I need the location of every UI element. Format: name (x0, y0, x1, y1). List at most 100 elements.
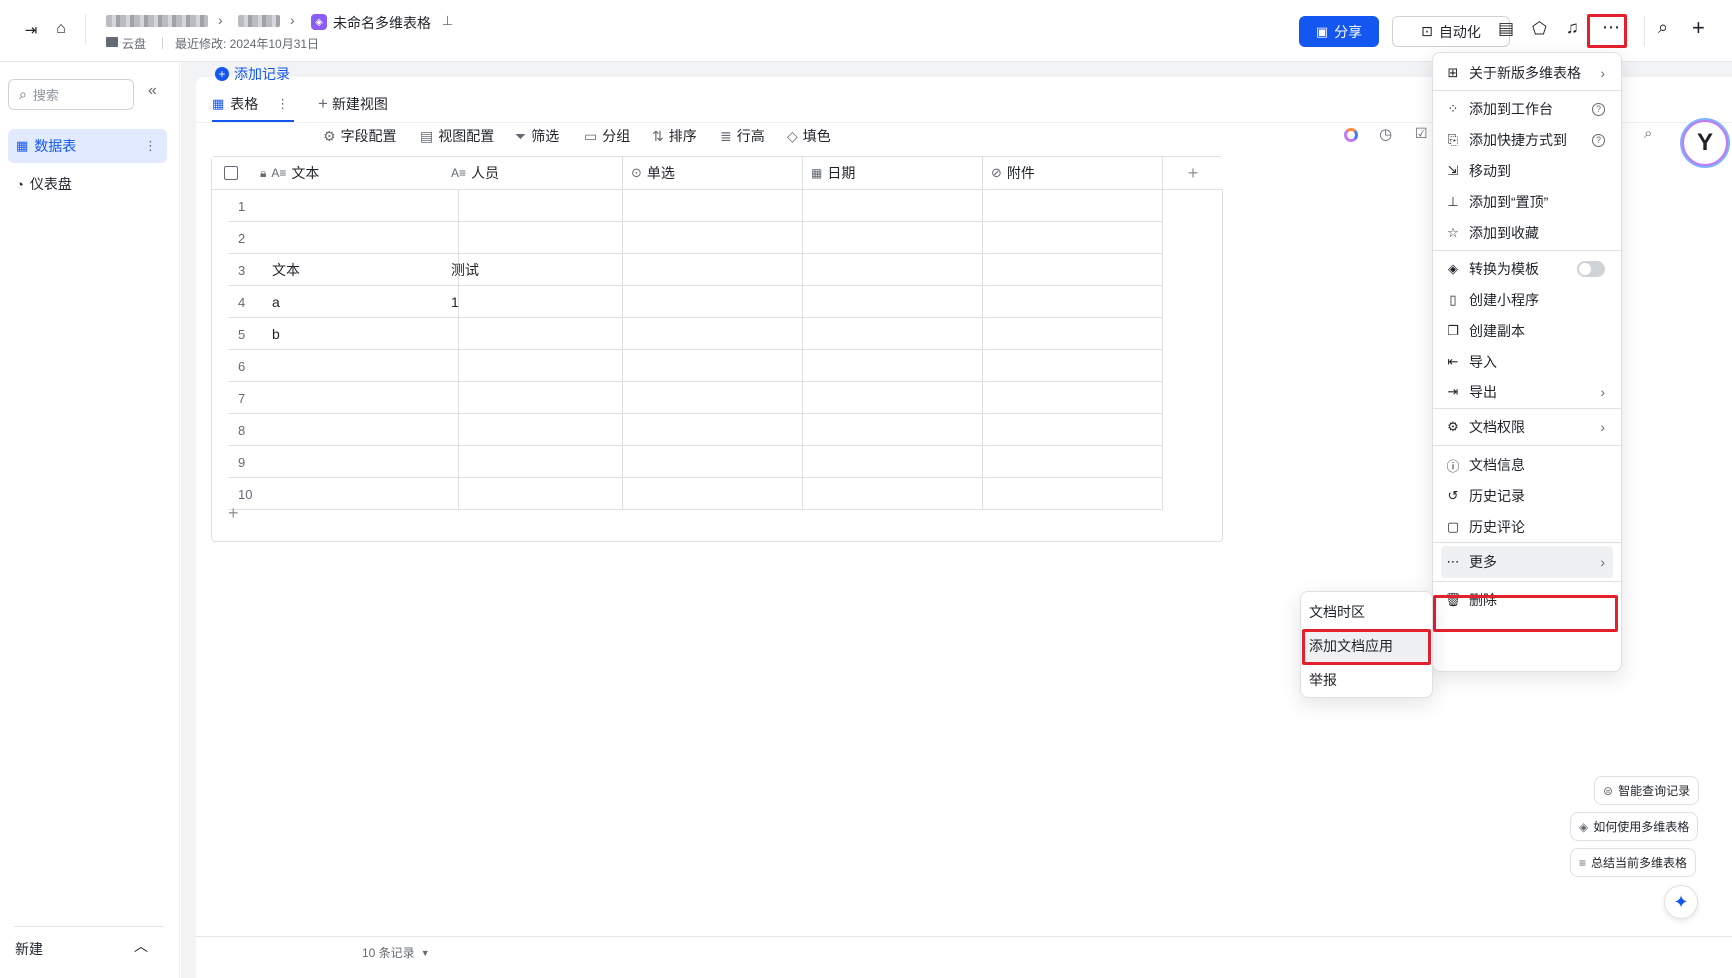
table-cell[interactable] (252, 382, 459, 414)
table-cell[interactable]: a (252, 286, 459, 318)
help-icon[interactable]: ? (1592, 102, 1605, 116)
search-icon[interactable]: ⌕ (1658, 17, 1668, 38)
fill-color-button[interactable]: ◇ 填色 (787, 125, 831, 147)
search-records-icon[interactable]: ⌕ (1644, 125, 1652, 142)
table-row[interactable]: 7 (228, 382, 1163, 414)
table-cell[interactable] (803, 254, 983, 286)
table-cell[interactable] (983, 414, 1163, 446)
table-cell[interactable] (983, 350, 1163, 382)
table-cell[interactable] (623, 414, 803, 446)
ai-sparkle-button[interactable]: ✦ (1664, 885, 1698, 919)
doc-list-icon[interactable]: ▤ (1498, 19, 1514, 39)
submenu-item-report[interactable]: 举报 (1305, 664, 1428, 696)
smart-query-chip[interactable]: ⊜ 智能查询记录 (1594, 776, 1700, 805)
column-header-attachment[interactable]: ⊘ 附件 (983, 157, 1163, 190)
menu-item-pin[interactable]: ⊥ 添加到“置顶” (1441, 186, 1613, 218)
table-cell[interactable] (983, 478, 1163, 510)
color-ring-icon[interactable] (1344, 128, 1358, 142)
table-cell[interactable] (443, 350, 623, 382)
table-row[interactable]: 2 (228, 222, 1163, 254)
menu-item-grid[interactable]: ⊞ 关于新版多维表格 › (1441, 57, 1613, 89)
tab-table[interactable]: ▦ 表格 ⋮ (212, 87, 302, 121)
submenu-item-timezone[interactable]: 文档时区 (1305, 596, 1428, 628)
table-cell[interactable]: 1 (443, 286, 623, 318)
sidebar-item-dashboard[interactable]: ◔ 仪表盘 (8, 167, 167, 201)
summarize-chip[interactable]: ≡ 总结当前多维表格 (1570, 848, 1697, 877)
column-header-person[interactable]: A≡ 人员 (443, 157, 623, 190)
help-icon[interactable]: ? (1592, 133, 1605, 147)
table-row[interactable]: 6 (228, 350, 1163, 382)
table-cell[interactable] (983, 222, 1163, 254)
chevron-up-icon[interactable]: ︿ (134, 936, 148, 956)
table-cell[interactable]: 测试 (443, 254, 623, 286)
plus-icon[interactable]: + (1692, 15, 1705, 41)
menu-item-import[interactable]: ⇤ 导入 (1441, 346, 1613, 378)
row-height-button[interactable]: ≣ 行高 (720, 125, 765, 147)
table-cell[interactable] (623, 286, 803, 318)
table-row[interactable]: 8 (228, 414, 1163, 446)
table-row[interactable]: 1 (228, 190, 1163, 222)
table-cell[interactable] (983, 190, 1163, 222)
table-cell[interactable] (443, 190, 623, 222)
table-cell[interactable] (443, 222, 623, 254)
table-cell[interactable] (803, 382, 983, 414)
table-cell[interactable]: 文本 (252, 254, 459, 286)
plugin-icon[interactable]: ⬠ (1532, 19, 1547, 39)
clock-icon[interactable]: ◷ (1379, 125, 1392, 143)
column-header-single-select[interactable]: ⊙ 单选 (623, 157, 803, 190)
sidebar-toggle-icon[interactable]: ⇥ (22, 21, 40, 39)
how-to-use-chip[interactable]: ◈ 如何使用多维表格 (1570, 812, 1699, 841)
add-row-icon[interactable]: + (228, 503, 239, 524)
breadcrumb-blurred-2[interactable] (238, 15, 280, 27)
table-cell[interactable] (252, 446, 459, 478)
table-row[interactable]: 5b (228, 318, 1163, 350)
table-cell[interactable] (623, 318, 803, 350)
record-count[interactable]: 10 条记录 ▼ (362, 944, 430, 961)
table-cell[interactable]: b (252, 318, 459, 350)
table-cell[interactable] (803, 286, 983, 318)
home-icon[interactable]: ⌂ (52, 20, 70, 38)
breadcrumb-blurred-1[interactable] (106, 15, 208, 27)
table-cell[interactable] (983, 318, 1163, 350)
table-cell[interactable] (252, 350, 459, 382)
table-cell[interactable] (252, 190, 459, 222)
table-cell[interactable] (803, 222, 983, 254)
add-column-header[interactable]: + (1163, 157, 1223, 190)
table-cell[interactable] (623, 382, 803, 414)
table-cell[interactable] (983, 446, 1163, 478)
item-more-icon[interactable]: ⋮ (144, 138, 157, 154)
menu-item-more[interactable]: ⋯ 更多 › (1441, 546, 1613, 578)
pin-icon[interactable]: ⊥ (442, 13, 453, 29)
ai-assistant-avatar[interactable]: Y (1682, 120, 1728, 166)
menu-item-history[interactable]: ↺ 历史记录 (1441, 480, 1613, 512)
location-label[interactable]: 云盘 (122, 35, 146, 52)
table-cell[interactable] (252, 478, 459, 510)
automation-button[interactable]: ⊡ 自动化 (1392, 16, 1510, 47)
table-cell[interactable] (443, 414, 623, 446)
menu-item-info[interactable]: ⓘ 文档信息 (1441, 449, 1613, 481)
template-toggle[interactable] (1577, 261, 1605, 277)
sidebar-item-datatable[interactable]: ▦ 数据表 ⋮ (8, 129, 167, 163)
menu-item-mini-program[interactable]: ▯ 创建小程序 (1441, 284, 1613, 316)
bell-icon[interactable]: ♫ (1566, 18, 1579, 38)
table-cell[interactable] (803, 414, 983, 446)
new-view-button[interactable]: + 新建视图 (318, 87, 388, 121)
table-cell[interactable] (623, 190, 803, 222)
new-button[interactable]: 新建 (15, 939, 43, 959)
table-cell[interactable] (443, 478, 623, 510)
table-row[interactable]: 4a1 (228, 286, 1163, 318)
search-input[interactable]: ⌕ 搜索 (8, 79, 134, 110)
table-cell[interactable] (803, 350, 983, 382)
table-cell[interactable] (623, 446, 803, 478)
view-config-button[interactable]: ▤ 视图配置 (420, 125, 494, 147)
field-config-button[interactable]: ⚙ 字段配置 (323, 125, 397, 147)
table-cell[interactable] (983, 286, 1163, 318)
menu-item-comment-history[interactable]: ▢ 历史评论 (1441, 511, 1613, 543)
table-cell[interactable] (803, 190, 983, 222)
table-cell[interactable] (443, 318, 623, 350)
table-cell[interactable] (623, 350, 803, 382)
group-button[interactable]: ▭ 分组 (584, 125, 630, 147)
share-button[interactable]: ▣ 分享 (1299, 16, 1379, 47)
table-cell[interactable] (252, 222, 459, 254)
select-all-checkbox[interactable] (224, 166, 238, 180)
